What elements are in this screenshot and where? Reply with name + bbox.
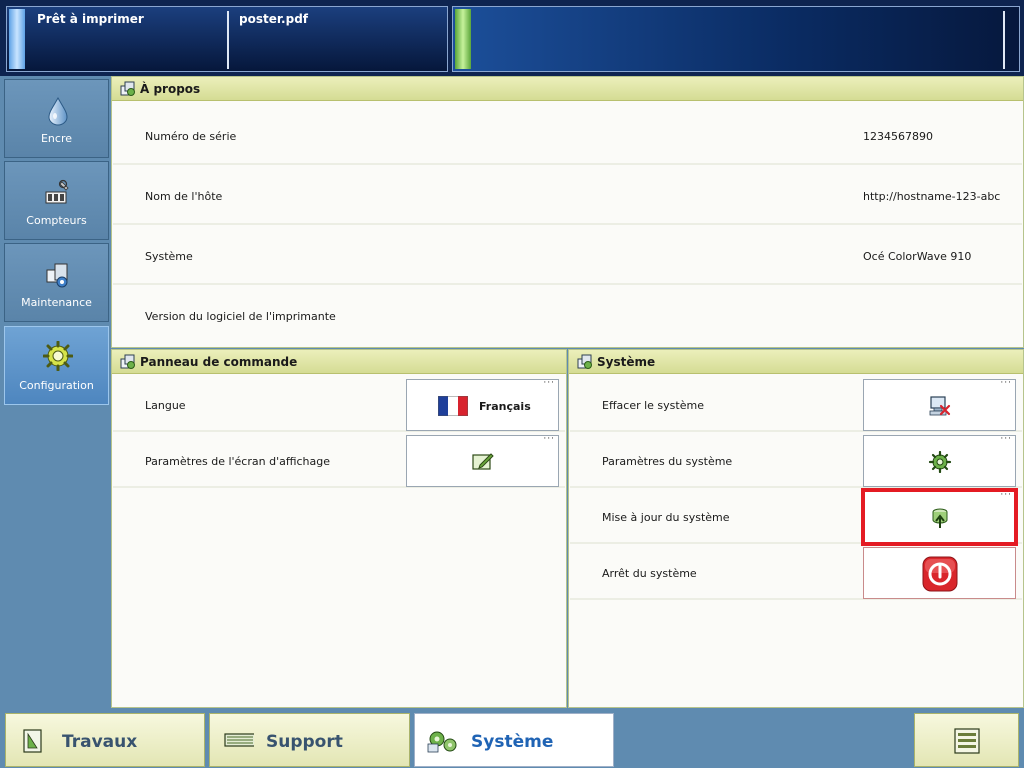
system-update-label: Mise à jour du système [602, 511, 730, 524]
status-indicator-green [455, 9, 471, 69]
language-button[interactable]: ··· Français [406, 378, 559, 431]
nav-encre[interactable]: Encre [4, 79, 109, 158]
gear-icon [43, 341, 73, 371]
status-indicator-blue [9, 9, 25, 69]
tab-travaux[interactable]: Travaux [5, 713, 205, 767]
power-icon [922, 556, 958, 592]
language-label: Langue [145, 399, 186, 412]
about-panel-title: À propos [140, 82, 201, 96]
system-settings-button[interactable]: ··· [863, 434, 1016, 487]
clear-system-button[interactable]: ··· [863, 378, 1016, 431]
jobs-icon [23, 729, 42, 753]
settings-folder-icon [120, 81, 135, 96]
nav-label: Encre [40, 132, 73, 145]
more-options-icon: ··· [1000, 434, 1012, 444]
about-row-hostname: Nom de l'hôte http://hostname-123-abc [113, 167, 1022, 225]
printer-status-text: Prêt à imprimer [37, 12, 144, 26]
serial-number-label: Numéro de série [145, 130, 237, 143]
hostname-label: Nom de l'hôte [145, 190, 223, 203]
display-settings-label: Paramètres de l'écran d'affichage [145, 455, 330, 468]
clear-system-label: Effacer le système [602, 399, 704, 412]
system-shutdown-label: Arrêt du système [602, 567, 697, 580]
about-row-serial: Numéro de série 1234567890 [113, 107, 1022, 165]
more-options-icon: ··· [543, 434, 555, 444]
more-options-icon: ··· [543, 378, 555, 388]
tab-label: Support [266, 732, 343, 752]
system-settings-label: Paramètres du système [602, 455, 733, 468]
tab-support[interactable]: Support [209, 713, 410, 767]
control-panel-title: Panneau de commande [140, 355, 298, 369]
counters-icon [45, 179, 69, 204]
printer-status-panel[interactable]: Prêt à imprimer poster.pdf [6, 6, 448, 72]
left-navigation: Encre Compteurs Maintenance Configuratio… [0, 76, 111, 708]
system-panel-header: Système [569, 350, 1023, 374]
nav-label: Maintenance [21, 296, 92, 309]
tab-label: Système [471, 732, 554, 752]
system-gears-icon [427, 731, 457, 753]
system-settings-icon [928, 451, 952, 473]
nav-configuration[interactable]: Configuration [4, 326, 109, 405]
about-panel-header: À propos [112, 77, 1023, 101]
nav-compteurs[interactable]: Compteurs [4, 161, 109, 240]
display-settings-button[interactable]: ··· [406, 434, 559, 487]
menu-icon [954, 728, 980, 754]
settings-folder-icon [577, 354, 592, 369]
more-options-icon: ··· [1000, 378, 1012, 388]
about-row-system: Système Océ ColorWave 910 [113, 227, 1022, 285]
control-panel-section: Panneau de commande Langue Paramètres de… [111, 349, 567, 708]
edit-display-icon [472, 453, 494, 470]
tab-label: Travaux [62, 732, 138, 752]
system-panel-title: Système [597, 355, 656, 369]
control-panel-header: Panneau de commande [112, 350, 566, 374]
hostname-value: http://hostname-123-abc [863, 190, 1001, 203]
menu-button[interactable] [914, 713, 1019, 767]
status-bar: Prêt à imprimer poster.pdf [0, 0, 1024, 76]
serial-number-value: 1234567890 [863, 130, 933, 143]
status-divider [227, 11, 229, 69]
about-panel: À propos Numéro de série 1234567890 Nom … [111, 76, 1024, 348]
media-icon [224, 733, 254, 747]
french-flag-icon [438, 396, 468, 416]
system-label: Système [145, 250, 193, 263]
maintenance-icon [46, 263, 68, 288]
nav-maintenance[interactable]: Maintenance [4, 243, 109, 322]
bottom-tab-bar: Travaux Support Système [0, 708, 1024, 768]
printer-activity-panel[interactable] [452, 6, 1020, 72]
nav-label: Compteurs [26, 214, 87, 227]
highlight-box [861, 488, 1018, 546]
status-divider-right [1003, 11, 1005, 69]
software-version-label: Version du logiciel de l'imprimante [145, 310, 336, 323]
about-row-software-version: Version du logiciel de l'imprimante [113, 287, 1022, 345]
system-value: Océ ColorWave 910 [863, 250, 972, 263]
current-job-name: poster.pdf [239, 12, 309, 26]
clear-system-icon [929, 396, 951, 416]
settings-folder-icon [120, 354, 135, 369]
nav-label: Configuration [19, 379, 94, 392]
system-shutdown-button[interactable] [863, 547, 1016, 599]
language-value: Français [479, 400, 531, 413]
ink-drop-icon [48, 96, 68, 126]
tab-systeme[interactable]: Système [414, 713, 614, 767]
